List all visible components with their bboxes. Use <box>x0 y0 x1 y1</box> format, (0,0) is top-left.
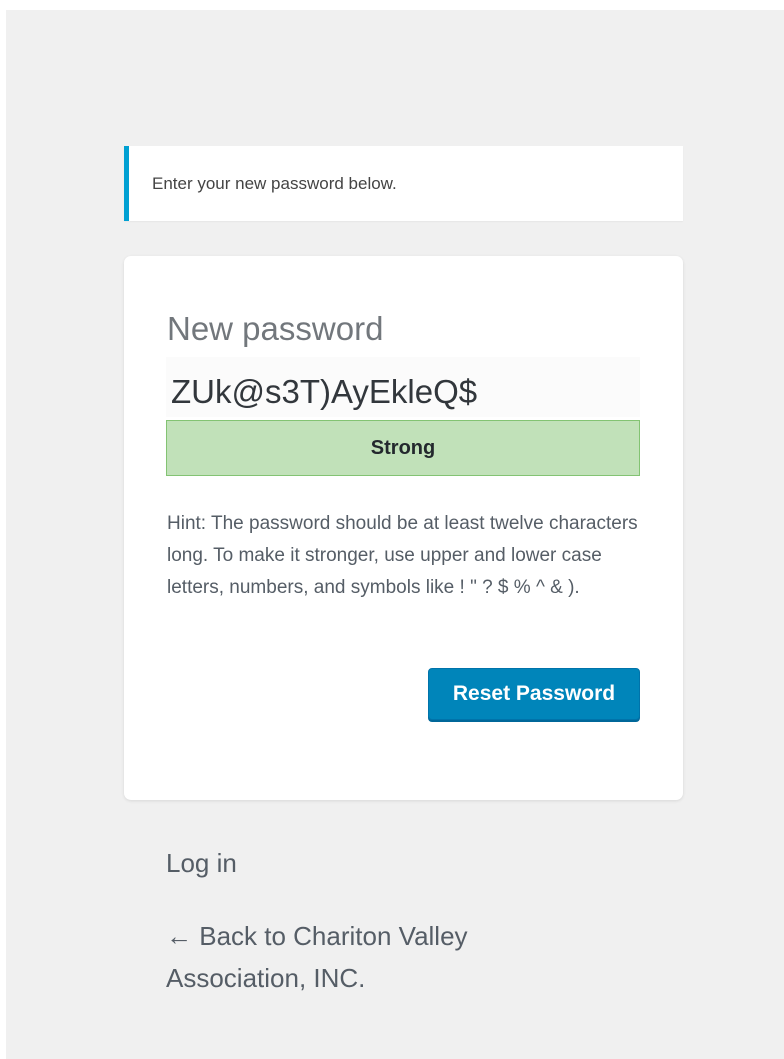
new-password-input[interactable] <box>166 357 640 417</box>
reset-message-text: Enter your new password below. <box>152 174 397 193</box>
password-strength-indicator: Strong <box>166 420 640 476</box>
reset-password-form: New password Strong Hint: The password s… <box>124 256 683 800</box>
reset-message: Enter your new password below. <box>124 146 683 221</box>
login-link[interactable]: Log in <box>166 842 237 884</box>
password-hint: Hint: The password should be at least tw… <box>167 513 638 598</box>
new-password-label: New password <box>167 310 384 347</box>
back-to-site-link[interactable]: ← Back to Chariton Valley Association, I… <box>166 915 546 999</box>
reset-password-button[interactable]: Reset Password <box>428 668 640 720</box>
